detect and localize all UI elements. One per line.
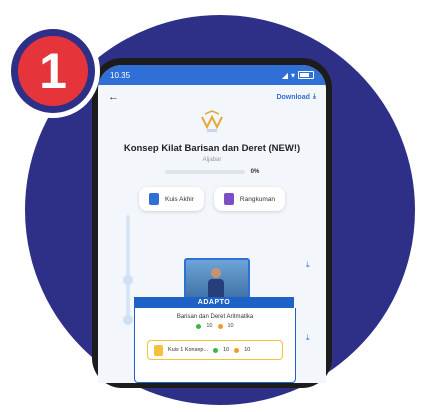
download-label: Download (276, 93, 310, 101)
download-icon: ⤓ (312, 93, 316, 100)
phone-frame: 10.35 ◢ ▾ ← Download ⤓ Konsep Kilat Bari… (92, 58, 332, 388)
video-thumbnail[interactable] (184, 258, 250, 302)
stat-orange: 10 (227, 323, 234, 329)
lesson-title: Barisan dan Deret Aritmatika (176, 314, 254, 320)
presenter-image (208, 268, 224, 300)
quiz-stat-orange: 10 (244, 347, 251, 353)
quiz-final-label: Kuis Akhir (165, 195, 194, 203)
summary-label: Rangkuman (239, 195, 275, 203)
course-logo-icon (201, 110, 223, 132)
status-bar: 10.35 ◢ ▾ (98, 65, 326, 85)
path-node (123, 275, 133, 285)
quiz-label: Kuis 1 Konsep... (168, 347, 209, 353)
back-arrow-icon[interactable]: ← (108, 91, 119, 103)
quiz-final-button[interactable]: Kuis Akhir (139, 187, 204, 211)
signal-icon: ◢ (281, 70, 288, 80)
phone-screen: 10.35 ◢ ▾ ← Download ⤓ Konsep Kilat Bari… (98, 65, 326, 383)
stat-green: 10 (206, 323, 213, 329)
quiz-item[interactable]: Kuis 1 Konsep... 10 10 (147, 340, 283, 360)
learning-path-line (126, 215, 130, 325)
battery-icon (298, 71, 314, 79)
path-node (123, 315, 133, 325)
progress-bar (164, 170, 245, 174)
lesson-card[interactable]: Barisan dan Deret Aritmatika 10 10 Kuis … (134, 308, 296, 383)
step-badge: 1 (6, 24, 100, 118)
quiz-icon (149, 193, 160, 205)
step-number: 1 (18, 36, 88, 106)
quiz-pencil-icon (154, 344, 163, 356)
download-icon[interactable]: ⤓ (306, 260, 310, 270)
progress-row: 0% (98, 169, 326, 175)
top-bar: ← Download ⤓ (98, 85, 326, 109)
download-icon[interactable]: ⤓ (306, 333, 310, 343)
wifi-icon: ▾ (290, 70, 295, 80)
download-button[interactable]: Download ⤓ (276, 93, 316, 101)
page-title: Konsep Kilat Barisan dan Deret (NEW!) (123, 143, 301, 154)
quiz-stat-green: 10 (223, 347, 230, 353)
progress-percent: 0% (250, 169, 260, 175)
green-dot-icon (213, 347, 219, 353)
orange-dot-icon (234, 347, 240, 353)
green-dot-icon (196, 323, 202, 329)
action-buttons: Kuis Akhir Rangkuman (98, 187, 326, 211)
lesson-stats: 10 10 (135, 323, 295, 329)
status-icons: ◢ ▾ (282, 71, 314, 80)
orange-dot-icon (217, 323, 223, 329)
summary-icon (223, 193, 234, 205)
summary-button[interactable]: Rangkuman (213, 187, 285, 211)
page-subtitle: Aljabar (202, 157, 222, 163)
status-time: 10.35 (110, 70, 131, 80)
